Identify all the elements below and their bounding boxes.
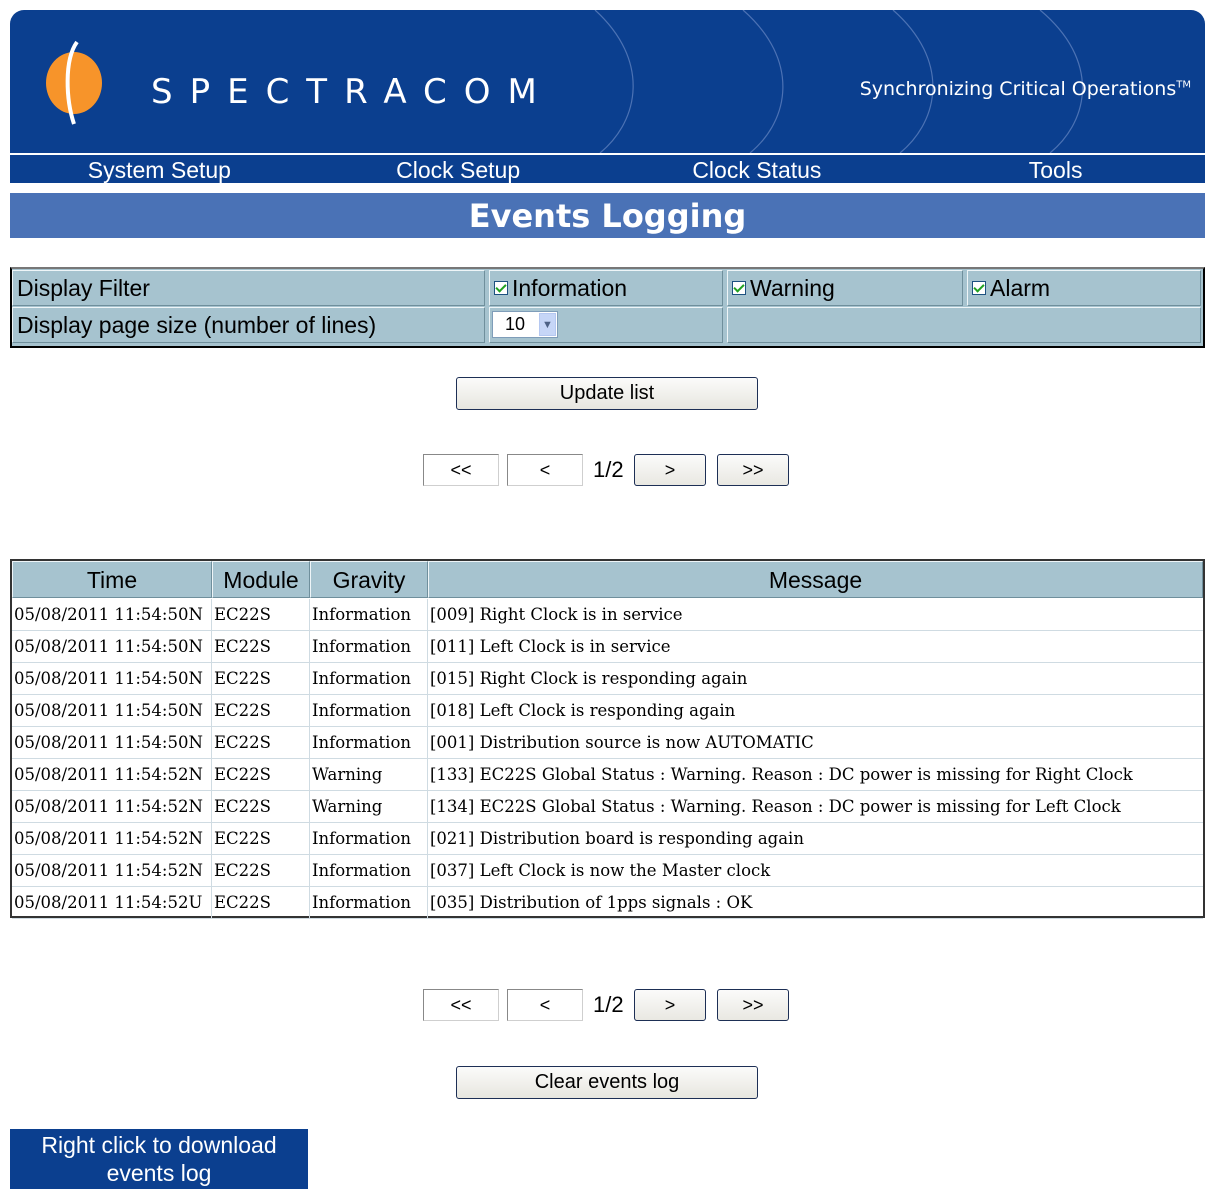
next-page-button[interactable]: >: [634, 454, 706, 486]
filter-label: Display Filter: [12, 270, 485, 306]
event-message: [001] Distribution source is now AUTOMAT…: [430, 733, 814, 752]
event-time: 05/08/2011 11:54:50N: [12, 599, 212, 630]
clear-events-log-button[interactable]: Clear events log: [456, 1066, 758, 1099]
event-message: [021] Distribution board is responding a…: [430, 829, 804, 848]
filter-alarm[interactable]: Alarm: [967, 270, 1201, 306]
event-gravity: Warning: [310, 791, 428, 822]
event-module: EC22S: [212, 599, 310, 630]
brand-name: SPECTRACOM: [151, 72, 554, 112]
update-list-button[interactable]: Update list: [456, 377, 758, 410]
event-message: [035] Distribution of 1pps signals : OK: [430, 893, 753, 912]
event-gravity: Information: [310, 695, 428, 726]
event-gravity: Information: [310, 727, 428, 758]
nav-clock-status[interactable]: Clock Status: [608, 155, 907, 183]
table-row: 05/08/2011 11:54:50N EC22S Information [018…: [12, 695, 1203, 727]
event-time: 05/08/2011 11:54:52U: [12, 887, 212, 918]
event-module: EC22S: [212, 791, 310, 822]
event-time: 05/08/2011 11:54:52N: [12, 791, 212, 822]
first-page-button[interactable]: <<: [423, 454, 499, 486]
pager-top: << < 1/2 > >>: [423, 454, 793, 488]
event-module: EC22S: [212, 663, 310, 694]
header-message: Message: [428, 561, 1203, 598]
table-row: 05/08/2011 11:54:52N EC22S Information [021…: [12, 823, 1203, 855]
event-module: EC22S: [212, 855, 310, 886]
event-message: [009] Right Clock is in service: [430, 605, 683, 624]
event-time: 05/08/2011 11:54:50N: [12, 663, 212, 694]
events-table: Time Module Gravity Message 05/08/2011 1…: [10, 559, 1205, 919]
event-gravity: Warning: [310, 759, 428, 790]
first-page-button[interactable]: <<: [423, 989, 499, 1021]
event-time: 05/08/2011 11:54:52N: [12, 823, 212, 854]
event-module: EC22S: [212, 887, 310, 918]
nav-clock-setup[interactable]: Clock Setup: [309, 155, 608, 183]
event-gravity: Information: [310, 855, 428, 886]
table-row: 05/08/2011 11:54:52N EC22S Information [037…: [12, 855, 1203, 887]
event-gravity: Information: [310, 631, 428, 662]
event-message: [134] EC22S Global Status : Warning. Rea…: [430, 797, 1121, 816]
prev-page-button[interactable]: <: [507, 454, 583, 486]
header-module: Module: [212, 561, 310, 598]
last-page-button[interactable]: >>: [717, 454, 789, 486]
page-title: Events Logging: [10, 193, 1205, 238]
event-gravity: Information: [310, 663, 428, 694]
table-row: 05/08/2011 11:54:50N EC22S Information [009…: [12, 599, 1203, 631]
table-row: 05/08/2011 11:54:52N EC22S Warning [133] EC…: [12, 759, 1203, 791]
header-time: Time: [12, 561, 212, 598]
event-message: [015] Right Clock is responding again: [430, 669, 748, 688]
filter-empty-cell: [727, 307, 1201, 343]
header-gravity: Gravity: [310, 561, 428, 598]
header-banner: SPECTRACOM Synchronizing Critical Operat…: [10, 10, 1205, 153]
page-size-label: Display page size (number of lines): [12, 307, 485, 343]
event-message: [133] EC22S Global Status : Warning. Rea…: [430, 765, 1133, 784]
chevron-down-icon[interactable]: ▼: [539, 313, 556, 336]
nav-system-setup[interactable]: System Setup: [10, 155, 309, 183]
event-time: 05/08/2011 11:54:50N: [12, 727, 212, 758]
event-message: [018] Left Clock is responding again: [430, 701, 736, 720]
events-header-row: Time Module Gravity Message: [12, 561, 1203, 599]
table-row: 05/08/2011 11:54:50N EC22S Information [001…: [12, 727, 1203, 759]
table-row: 05/08/2011 11:54:52N EC22S Warning [134] EC…: [12, 791, 1203, 823]
event-gravity: Information: [310, 823, 428, 854]
main-nav: System Setup Clock Setup Clock Status To…: [10, 155, 1205, 183]
event-gravity: Information: [310, 887, 428, 918]
page-size-select[interactable]: 10 ▼: [492, 311, 558, 338]
nav-tools[interactable]: Tools: [906, 155, 1205, 183]
table-row: 05/08/2011 11:54:52U EC22S Information [035…: [12, 887, 1203, 919]
page-size-value: 10: [505, 314, 526, 334]
event-module: EC22S: [212, 759, 310, 790]
event-time: 05/08/2011 11:54:50N: [12, 631, 212, 662]
table-row: 05/08/2011 11:54:50N EC22S Information [011…: [12, 631, 1203, 663]
pager-bottom: << < 1/2 > >>: [423, 989, 793, 1023]
event-module: EC22S: [212, 727, 310, 758]
event-gravity: Information: [310, 599, 428, 630]
filter-information[interactable]: Information: [489, 270, 723, 306]
event-message: [037] Left Clock is now the Master clock: [430, 861, 771, 880]
page-count: 1/2: [593, 457, 624, 482]
alarm-checkbox[interactable]: [972, 280, 986, 295]
download-events-log-link[interactable]: Right click to download events log: [10, 1129, 308, 1189]
next-page-button[interactable]: >: [634, 989, 706, 1021]
page-count: 1/2: [593, 992, 624, 1017]
event-module: EC22S: [212, 695, 310, 726]
last-page-button[interactable]: >>: [717, 989, 789, 1021]
prev-page-button[interactable]: <: [507, 989, 583, 1021]
information-checkbox[interactable]: [494, 280, 508, 295]
table-row: 05/08/2011 11:54:50N EC22S Information [015…: [12, 663, 1203, 695]
spectracom-logo-icon: [44, 40, 106, 131]
event-module: EC22S: [212, 631, 310, 662]
event-message: [011] Left Clock is in service: [430, 637, 671, 656]
event-module: EC22S: [212, 823, 310, 854]
event-time: 05/08/2011 11:54:50N: [12, 695, 212, 726]
event-time: 05/08/2011 11:54:52N: [12, 855, 212, 886]
warning-checkbox[interactable]: [732, 280, 746, 295]
filter-warning[interactable]: Warning: [727, 270, 963, 306]
event-time: 05/08/2011 11:54:52N: [12, 759, 212, 790]
tagline: Synchronizing Critical OperationsTM: [859, 78, 1191, 100]
